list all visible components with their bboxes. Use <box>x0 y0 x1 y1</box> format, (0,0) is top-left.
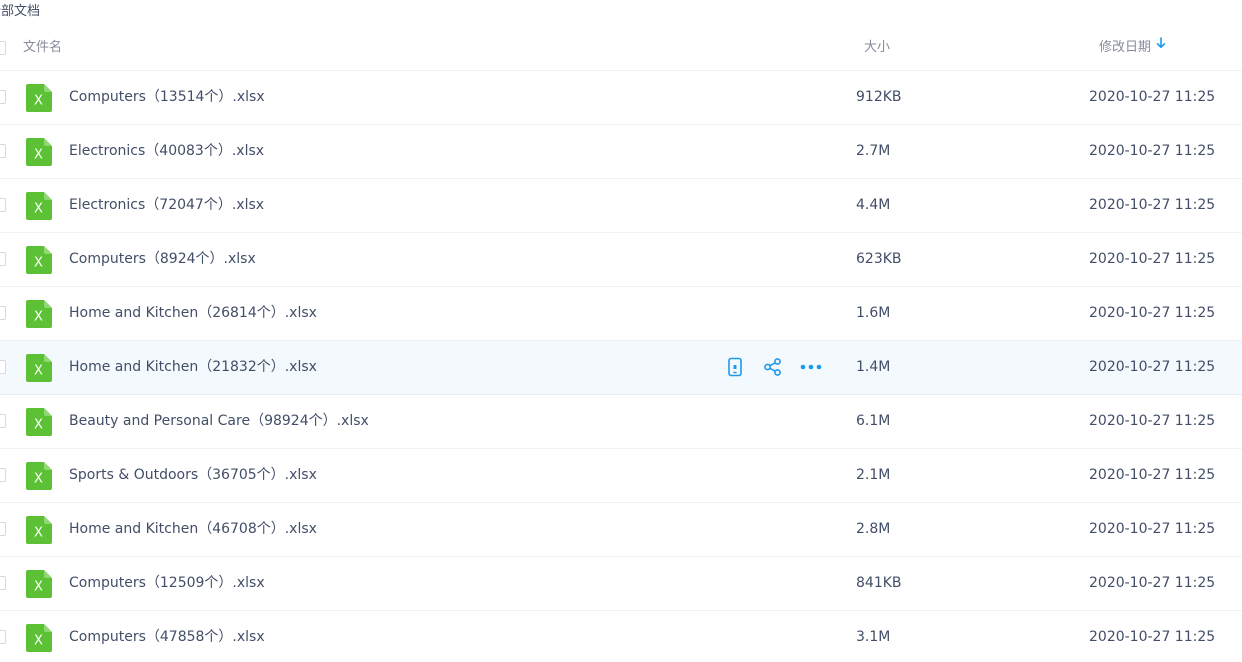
row-checkbox[interactable] <box>0 414 6 428</box>
excel-file-icon: X <box>26 192 52 220</box>
select-all-checkbox[interactable] <box>0 41 6 55</box>
file-name[interactable]: Computers（8924个）.xlsx <box>69 233 256 286</box>
svg-text:X: X <box>34 202 43 217</box>
file-size: 2.1M <box>856 467 891 483</box>
row-checkbox[interactable] <box>0 90 6 104</box>
file-name[interactable]: Electronics（72047个）.xlsx <box>69 179 264 232</box>
table-row[interactable]: X Home and Kitchen（21832个）.xlsx 1.4M 202… <box>0 341 1242 395</box>
table-row[interactable]: X Home and Kitchen（26814个）.xlsx 1.6M 202… <box>0 287 1242 341</box>
svg-text:X: X <box>34 418 43 433</box>
table-row[interactable]: X Computers（12509个）.xlsx 841KB 2020-10-2… <box>0 557 1242 611</box>
svg-text:X: X <box>34 580 43 595</box>
file-list-page: 全部文档 文件名 大小 修改日期 X Computers（13514个）.xls… <box>0 0 1242 662</box>
row-checkbox[interactable] <box>0 576 6 590</box>
svg-text:X: X <box>34 526 43 541</box>
row-checkbox[interactable] <box>0 252 6 266</box>
table-row[interactable]: X Computers（8924个）.xlsx 623KB 2020-10-27… <box>0 233 1242 287</box>
file-size: 623KB <box>856 251 902 267</box>
svg-text:X: X <box>34 310 43 325</box>
file-name[interactable]: Beauty and Personal Care（98924个）.xlsx <box>69 395 369 448</box>
column-header-size[interactable]: 大小 <box>864 26 890 70</box>
arrow-down-icon[interactable] <box>1156 24 1166 68</box>
file-date: 2020-10-27 11:25 <box>1089 89 1216 105</box>
excel-file-icon: X <box>26 138 52 166</box>
excel-file-icon: X <box>26 462 52 490</box>
svg-text:X: X <box>34 472 43 487</box>
table-row[interactable]: X Home and Kitchen（46708个）.xlsx 2.8M 202… <box>0 503 1242 557</box>
excel-file-icon: X <box>26 516 52 544</box>
file-size: 841KB <box>856 575 902 591</box>
svg-text:X: X <box>34 94 43 109</box>
svg-text:X: X <box>34 364 43 379</box>
excel-file-icon: X <box>26 624 52 652</box>
row-checkbox[interactable] <box>0 468 6 482</box>
file-date: 2020-10-27 11:25 <box>1089 359 1216 375</box>
table-header: 文件名 大小 修改日期 <box>0 26 1242 71</box>
row-checkbox[interactable] <box>0 522 6 536</box>
row-actions <box>724 356 838 378</box>
file-date: 2020-10-27 11:25 <box>1089 521 1216 537</box>
excel-file-icon: X <box>26 354 52 382</box>
file-name[interactable]: Computers（13514个）.xlsx <box>69 71 265 124</box>
file-date: 2020-10-27 11:25 <box>1089 251 1216 267</box>
table-row[interactable]: X Computers（47858个）.xlsx 3.1M 2020-10-27… <box>0 611 1242 662</box>
svg-text:X: X <box>34 634 43 649</box>
table-row[interactable]: X Beauty and Personal Care（98924个）.xlsx … <box>0 395 1242 449</box>
row-checkbox[interactable] <box>0 198 6 212</box>
row-checkbox[interactable] <box>0 144 6 158</box>
file-size: 912KB <box>856 89 902 105</box>
file-name[interactable]: Sports & Outdoors（36705个）.xlsx <box>69 449 317 502</box>
file-list: X Computers（13514个）.xlsx 912KB 2020-10-2… <box>0 71 1242 662</box>
table-row[interactable]: X Computers（13514个）.xlsx 912KB 2020-10-2… <box>0 71 1242 125</box>
column-header-date-label: 修改日期 <box>1099 40 1152 55</box>
table-row[interactable]: X Electronics（72047个）.xlsx 4.4M 2020-10-… <box>0 179 1242 233</box>
column-header-name[interactable]: 文件名 <box>23 26 62 70</box>
more-icon[interactable] <box>800 356 822 378</box>
table-row[interactable]: X Electronics（40083个）.xlsx 2.7M 2020-10-… <box>0 125 1242 179</box>
excel-file-icon: X <box>26 300 52 328</box>
svg-text:X: X <box>34 256 43 271</box>
file-name[interactable]: Computers（47858个）.xlsx <box>69 611 265 662</box>
column-header-date[interactable]: 修改日期 <box>1099 26 1166 70</box>
share-icon[interactable] <box>762 356 784 378</box>
excel-file-icon: X <box>26 84 52 112</box>
file-date: 2020-10-27 11:25 <box>1089 629 1216 645</box>
file-size: 1.6M <box>856 305 891 321</box>
file-date: 2020-10-27 11:25 <box>1089 413 1216 429</box>
file-size: 2.7M <box>856 143 891 159</box>
excel-file-icon: X <box>26 408 52 436</box>
row-checkbox[interactable] <box>0 630 6 644</box>
file-date: 2020-10-27 11:25 <box>1089 575 1216 591</box>
file-date: 2020-10-27 11:25 <box>1089 467 1216 483</box>
file-name[interactable]: Home and Kitchen（46708个）.xlsx <box>69 503 317 556</box>
row-checkbox[interactable] <box>0 306 6 320</box>
file-size: 3.1M <box>856 629 891 645</box>
file-size: 4.4M <box>856 197 891 213</box>
file-date: 2020-10-27 11:25 <box>1089 305 1216 321</box>
file-name[interactable]: Computers（12509个）.xlsx <box>69 557 265 610</box>
file-size: 6.1M <box>856 413 891 429</box>
file-size: 1.4M <box>856 359 891 375</box>
file-date: 2020-10-27 11:25 <box>1089 197 1216 213</box>
mobile-icon[interactable] <box>724 356 746 378</box>
file-date: 2020-10-27 11:25 <box>1089 143 1216 159</box>
excel-file-icon: X <box>26 570 52 598</box>
table-row[interactable]: X Sports & Outdoors（36705个）.xlsx 2.1M 20… <box>0 449 1242 503</box>
file-name[interactable]: Electronics（40083个）.xlsx <box>69 125 264 178</box>
file-size: 2.8M <box>856 521 891 537</box>
svg-text:X: X <box>34 148 43 163</box>
file-name[interactable]: Home and Kitchen（21832个）.xlsx <box>69 341 317 394</box>
excel-file-icon: X <box>26 246 52 274</box>
file-name[interactable]: Home and Kitchen（26814个）.xlsx <box>69 287 317 340</box>
row-checkbox[interactable] <box>0 360 6 374</box>
breadcrumb[interactable]: 全部文档 <box>0 2 40 22</box>
